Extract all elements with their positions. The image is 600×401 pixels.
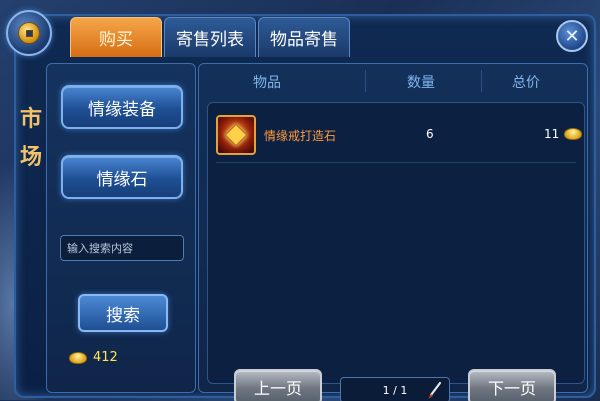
tab-buy[interactable]: 购买 — [70, 17, 162, 57]
currency-balance: 412 — [69, 350, 118, 365]
listing-panel: 物品 数量 总价 情缘戒打造石 6 11 上一页 1 / 1 下一页 — [198, 63, 588, 401]
market-title: 市场 — [19, 106, 42, 170]
search-input[interactable]: 输入搜索内容 — [60, 235, 184, 261]
gold-ingot-icon — [69, 351, 87, 364]
item-price: 11 — [544, 127, 560, 141]
column-divider — [481, 70, 482, 92]
balance-amount: 412 — [93, 350, 118, 365]
coin-icon — [6, 10, 52, 56]
item-quantity: 6 — [426, 127, 434, 141]
table-row[interactable]: 情缘戒打造石 6 11 — [216, 113, 582, 163]
search-placeholder: 输入搜索内容 — [67, 242, 133, 255]
tab-consignment-list[interactable]: 寄售列表 — [164, 17, 256, 57]
gold-ingot-icon — [564, 128, 582, 140]
search-button[interactable]: 搜索 — [78, 294, 168, 332]
close-button[interactable]: ✕ — [556, 20, 588, 52]
prev-page-button[interactable]: 上一页 — [234, 369, 322, 401]
tab-bar: 购买 寄售列表 物品寄售 — [70, 17, 350, 57]
page-number: 1 / 1 — [382, 383, 408, 397]
column-header-quantity: 数量 — [407, 75, 435, 91]
item-name: 情缘戒打造石 — [264, 129, 337, 143]
column-divider — [365, 70, 366, 92]
brush-icon[interactable] — [425, 381, 443, 401]
gem-icon — [216, 115, 256, 155]
category-panel: 情缘装备 情缘石 输入搜索内容 搜索 412 — [46, 63, 196, 393]
next-page-button[interactable]: 下一页 — [468, 369, 556, 401]
category-button-bond-stone[interactable]: 情缘石 — [61, 155, 183, 199]
column-header-price: 总价 — [512, 75, 540, 91]
item-list: 情缘戒打造石 6 11 上一页 1 / 1 下一页 — [207, 102, 585, 401]
column-header-item: 物品 — [253, 75, 281, 91]
coin-face — [18, 22, 40, 44]
page-indicator: 1 / 1 — [340, 377, 450, 401]
category-button-bond-equipment[interactable]: 情缘装备 — [61, 85, 183, 129]
coin-hole — [25, 29, 33, 37]
close-icon: ✕ — [564, 25, 580, 47]
tab-item-consign[interactable]: 物品寄售 — [258, 17, 350, 57]
gem-shape — [224, 123, 248, 147]
